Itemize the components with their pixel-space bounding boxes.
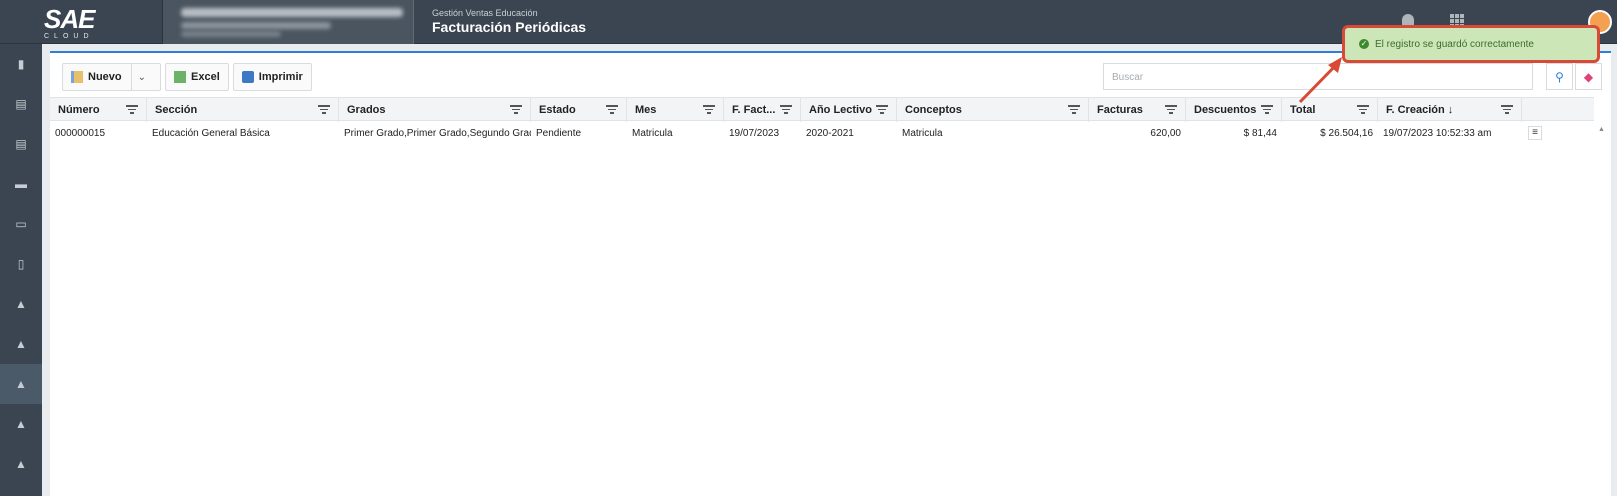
col-header-ano-lectivo[interactable]: Año Lectivo (801, 98, 897, 122)
cell-grados: Primer Grado,Primer Grado,Segundo Grado,… (344, 128, 531, 139)
filter-icon[interactable] (1261, 105, 1273, 114)
col-header-fecha-factura[interactable]: F. Fact... (724, 98, 801, 122)
check-circle-icon: ✓ (1359, 39, 1369, 49)
scroll-up-icon[interactable]: ▲ (1598, 126, 1605, 133)
new-document-icon (71, 71, 83, 83)
graduation-cap-icon[interactable]: ▲ (0, 364, 42, 404)
filter-icon[interactable] (606, 105, 618, 114)
new-button-label: Nuevo (88, 71, 122, 83)
cell-fecha-creacion: 19/07/2023 10:52:33 am (1383, 128, 1492, 139)
book-icon[interactable]: ▮ (0, 44, 42, 84)
excel-button-label: Excel (191, 71, 220, 83)
cell-total: $ 26.504,16 (1320, 128, 1373, 139)
filter-icon[interactable] (876, 105, 888, 114)
cell-mes: Matricula (632, 128, 673, 139)
print-button[interactable]: Imprimir (232, 63, 312, 91)
main-panel: Nuevo ⌄ Excel Imprimir Buscar ⚲ ◆ Número… (50, 51, 1611, 496)
excel-icon (174, 71, 187, 83)
filter-icon[interactable] (510, 105, 522, 114)
chevron-down-icon[interactable]: ⌄ (130, 64, 152, 90)
cell-seccion: Educación General Básica (152, 128, 270, 139)
module-heading: Gestión Ventas Educación Facturación Per… (432, 8, 586, 36)
toast-message: El registro se guardó correctamente (1375, 38, 1534, 50)
callout-arrow (1298, 57, 1342, 104)
briefcase-icon[interactable]: ▬ (0, 164, 42, 204)
graduation-cap-icon[interactable]: ▲ (0, 444, 42, 484)
print-button-label: Imprimir (258, 71, 303, 83)
cell-descuentos: $ 81,44 (1243, 128, 1277, 139)
module-subtitle: Gestión Ventas Educación (432, 8, 538, 18)
col-header-estado[interactable]: Estado (531, 98, 627, 122)
company-selector[interactable] (162, 0, 414, 44)
filter-icon[interactable] (1068, 105, 1080, 114)
table-row[interactable]: 000000015 Educación General Básica Prime… (50, 122, 1594, 144)
eraser-icon[interactable]: ◆ (1575, 63, 1602, 90)
col-header-mes[interactable]: Mes (627, 98, 724, 122)
cell-numero: 000000015 (55, 128, 106, 139)
logo-text: SAE (44, 4, 95, 34)
company-detail-blurred (181, 31, 281, 37)
col-header-numero[interactable]: Número (50, 98, 147, 122)
table-header: Número Sección Grados Estado Mes F. Fact… (50, 97, 1594, 122)
col-header-facturas[interactable]: Facturas (1089, 98, 1186, 122)
company-detail-blurred (181, 22, 331, 29)
col-header-fecha-creacion[interactable]: F. Creación ↓ (1378, 98, 1522, 122)
filter-icon[interactable] (703, 105, 715, 114)
filter-icon[interactable] (1165, 105, 1177, 114)
filter-icon[interactable] (318, 105, 330, 114)
cell-conceptos: Matricula (902, 128, 943, 139)
search-icon[interactable]: ⚲ (1546, 63, 1573, 90)
graduation-cap-icon[interactable]: ▲ (0, 284, 42, 324)
cell-ano-lectivo: 2020-2021 (806, 128, 854, 139)
id-card-icon[interactable]: ▭ (0, 204, 42, 244)
list-icon[interactable]: ▤ (0, 124, 42, 164)
cell-fecha-factura: 19/07/2023 (729, 128, 780, 139)
row-menu-icon[interactable]: ≡ (1528, 126, 1542, 140)
filter-icon[interactable] (126, 105, 138, 114)
cell-estado: Pendiente (536, 128, 582, 139)
toolbar: Nuevo ⌄ Excel Imprimir (62, 63, 312, 91)
sidebar: ▮ ▤ ▤ ▬ ▭ ▯ ▲ ▲ ▲ ▲ ▲ (0, 44, 42, 496)
document-icon[interactable]: ▯ (0, 244, 42, 284)
list-icon[interactable]: ▤ (0, 84, 42, 124)
filter-icon[interactable] (1501, 105, 1513, 114)
page-title: Facturación Periódicas (432, 19, 587, 35)
company-name-blurred (181, 8, 403, 17)
scrollbar[interactable]: ▲ (1594, 122, 1609, 492)
excel-button[interactable]: Excel (165, 63, 229, 91)
cell-facturas: 620,00 (1150, 128, 1181, 139)
logo[interactable]: SAE CLOUD (44, 6, 106, 40)
graduation-cap-icon[interactable]: ▲ (0, 404, 42, 444)
new-button[interactable]: Nuevo ⌄ (62, 63, 162, 91)
col-header-descuentos[interactable]: Descuentos (1186, 98, 1282, 122)
graduation-cap-icon[interactable]: ▲ (0, 324, 42, 364)
col-header-conceptos[interactable]: Conceptos (897, 98, 1089, 122)
col-header-seccion[interactable]: Sección (147, 98, 339, 122)
filter-icon[interactable] (1357, 105, 1369, 114)
col-header-actions (1522, 98, 1594, 122)
success-toast[interactable]: ✓ El registro se guardó correctamente (1342, 25, 1600, 63)
filter-icon[interactable] (780, 105, 792, 114)
logo-sub: CLOUD (44, 33, 94, 40)
printer-icon (241, 71, 254, 83)
col-header-grados[interactable]: Grados (339, 98, 531, 122)
